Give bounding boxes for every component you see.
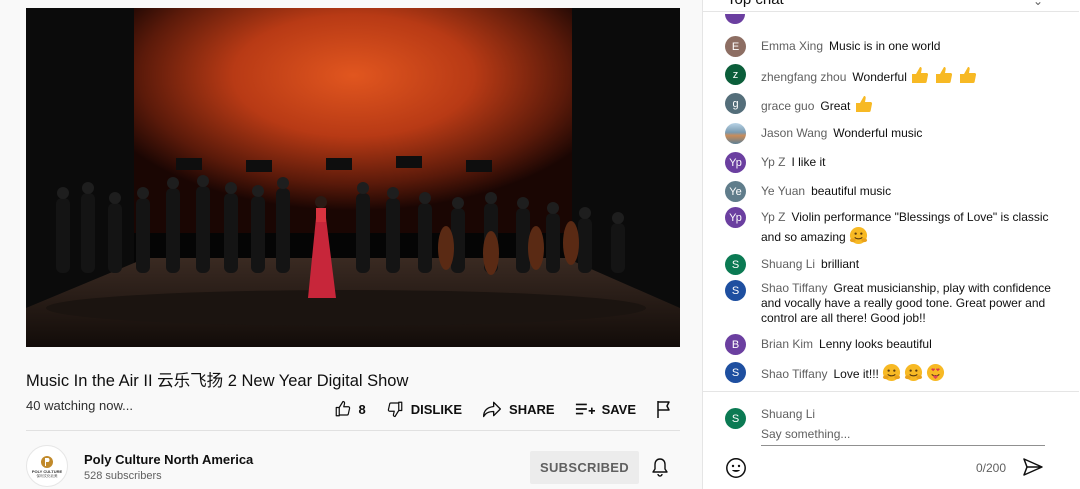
- chat-header: Top chat ⌄: [703, 0, 1079, 12]
- chat-text: Love it!!!: [833, 367, 879, 381]
- chat-text: beautiful music: [811, 184, 892, 198]
- video-column: Music In the Air II 云乐飞扬 2 New Year Digi…: [26, 0, 680, 489]
- subscribe-button[interactable]: SUBSCRIBED: [530, 451, 639, 484]
- avatar: S: [725, 280, 746, 301]
- avatar: S: [725, 254, 746, 275]
- dislike-label: DISLIKE: [410, 401, 463, 417]
- channel-avatar[interactable]: POLY CULTURE 保利文化北美: [26, 445, 68, 487]
- avatar: Yp: [725, 152, 746, 173]
- send-button[interactable]: [1023, 458, 1043, 481]
- chat-author[interactable]: Shuang Li: [761, 257, 815, 271]
- chat-author[interactable]: Yp Z: [761, 155, 785, 169]
- chat-message: Jason Wang Wonderful music: [725, 123, 1065, 144]
- chat-text: brilliant: [821, 257, 860, 271]
- avatar: Yp: [725, 207, 746, 228]
- thumbs-up-emoji-icon: [855, 96, 872, 112]
- heart-face-emoji-icon: [927, 363, 945, 382]
- hug-face-emoji-icon: [883, 363, 901, 382]
- like-count: 8: [358, 401, 366, 417]
- avatar: z: [725, 64, 746, 85]
- chat-message: Ye Ye Yuan beautiful music: [725, 181, 1065, 202]
- thumbs-up-emoji-icon: [960, 67, 977, 83]
- chat-message: B Brian Kim Lenny looks beautiful: [725, 334, 1065, 355]
- avatar: E: [725, 36, 746, 57]
- chat-mode-label[interactable]: Top chat: [727, 0, 784, 8]
- chat-author[interactable]: zhengfang zhou: [761, 70, 846, 84]
- subscriber-count: 528 subscribers: [84, 470, 162, 482]
- chat-message: Yp Yp Z I like it: [725, 152, 1065, 173]
- viewer-count: 40 watching now...: [26, 398, 133, 413]
- chat-message: S Shao Tiffany Great musicianship, play w…: [725, 280, 1065, 326]
- chat-message: E Emma Xing Music is in one world: [725, 36, 1065, 57]
- chat-input-area: S Shuang Li Say something... 0/200: [703, 391, 1079, 489]
- notification-bell-button[interactable]: [651, 457, 669, 482]
- chat-message: Yp Yp Z Violin performance "Blessings of …: [725, 207, 1065, 246]
- logo-subtext: 保利文化北美: [36, 473, 58, 478]
- chat-author[interactable]: Ye Yuan: [761, 184, 805, 198]
- chat-author[interactable]: Brian Kim: [761, 337, 813, 351]
- chat-message: z zhengfang zhou Wonderful: [725, 64, 1065, 86]
- chat-text: I like it: [791, 155, 826, 169]
- current-user-name: Shuang Li: [761, 407, 816, 421]
- page: Music In the Air II 云乐飞扬 2 New Year Digi…: [0, 0, 1080, 489]
- report-button[interactable]: [656, 400, 672, 418]
- chat-message: S Shao Tiffany Love it!!!: [725, 362, 1065, 383]
- avatar: g: [725, 93, 746, 114]
- share-label: SHARE: [509, 401, 555, 417]
- avatar: [725, 14, 745, 24]
- avatar: Ye: [725, 181, 746, 202]
- share-icon: [483, 401, 502, 418]
- chevron-down-icon[interactable]: ⌄: [1033, 0, 1043, 8]
- hug-face-emoji-icon: [850, 226, 868, 245]
- chat-author[interactable]: Shao Tiffany: [761, 281, 828, 295]
- poly-culture-logo-icon: [41, 455, 53, 468]
- avatar: S: [725, 362, 746, 383]
- chat-author[interactable]: Jason Wang: [761, 126, 827, 140]
- thumbs-up-icon: [335, 400, 350, 417]
- chat-message: S Shuang Li brilliant: [725, 254, 1065, 275]
- chat-message: g grace guo Great: [725, 93, 1065, 115]
- video-player[interactable]: [26, 8, 680, 347]
- thumbs-up-emoji-icon: [912, 67, 929, 83]
- send-icon: [1023, 458, 1043, 476]
- chat-message-input[interactable]: Say something...: [761, 427, 1045, 446]
- save-button[interactable]: SAVE: [575, 401, 636, 417]
- hug-face-emoji-icon: [905, 363, 923, 382]
- chat-author[interactable]: Shao Tiffany: [761, 367, 828, 381]
- share-button[interactable]: SHARE: [482, 400, 555, 418]
- like-button[interactable]: 8: [334, 400, 366, 418]
- video-title: Music In the Air II 云乐飞扬 2 New Year Digi…: [26, 372, 409, 390]
- avatar: S: [725, 408, 746, 429]
- avatar: B: [725, 334, 746, 355]
- chat-text: Violin performance "Blessings of Love" i…: [761, 210, 1049, 244]
- chat-text: Wonderful music: [833, 126, 923, 140]
- divider: [26, 430, 680, 431]
- video-actions: 8 DISLIKE SHARE SAVE: [314, 398, 672, 420]
- save-label: SAVE: [601, 401, 636, 417]
- concert-video-frame: [26, 8, 680, 347]
- chat-text: Great: [820, 99, 851, 113]
- dislike-button[interactable]: DISLIKE: [386, 400, 462, 418]
- thumbs-up-emoji-icon: [936, 67, 953, 83]
- character-counter: 0/200: [976, 461, 1007, 475]
- flag-icon: [657, 401, 670, 418]
- channel-name[interactable]: Poly Culture North America: [84, 452, 253, 467]
- chat-text: Lenny looks beautiful: [819, 337, 932, 351]
- bell-icon: [652, 458, 668, 477]
- chat-author[interactable]: grace guo: [761, 99, 814, 113]
- chat-author[interactable]: Emma Xing: [761, 39, 823, 53]
- live-chat: Top chat ⌄ E Emma Xing Music is in one wo…: [702, 0, 1080, 489]
- avatar: [725, 123, 746, 144]
- chat-author[interactable]: Yp Z: [761, 210, 785, 224]
- emoji-picker-button[interactable]: [725, 457, 747, 484]
- thumbs-down-icon: [387, 401, 403, 418]
- smiley-icon: [726, 458, 746, 478]
- chat-text: Music is in one world: [829, 39, 941, 53]
- chat-text: Wonderful: [852, 70, 907, 84]
- playlist-add-icon: [575, 403, 595, 415]
